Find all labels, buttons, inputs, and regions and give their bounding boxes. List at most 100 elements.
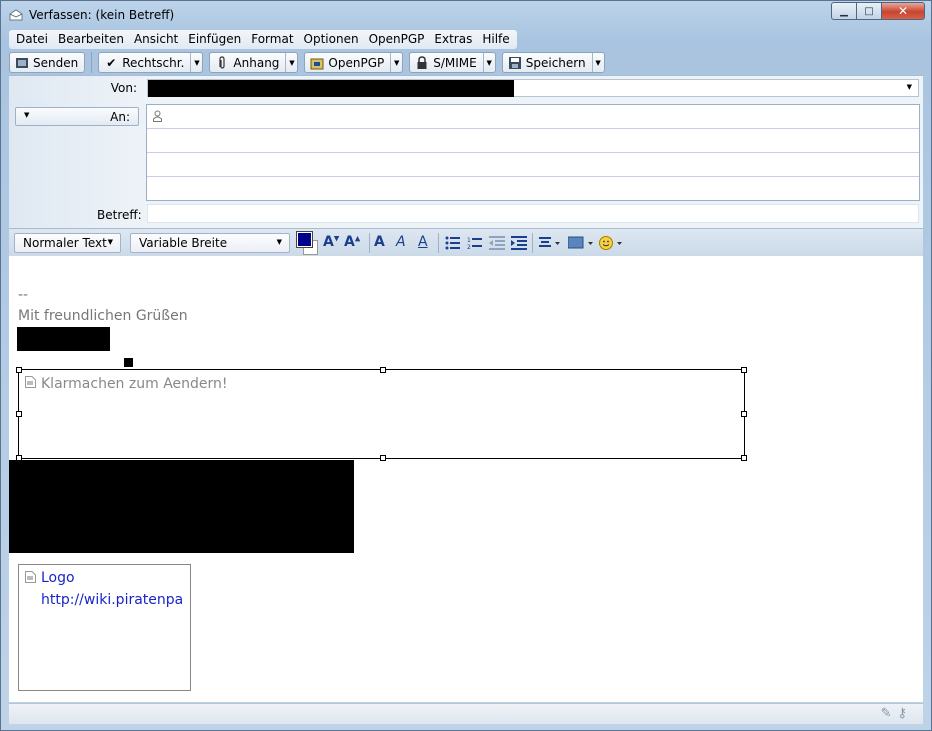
resize-handle-w[interactable] — [16, 411, 22, 417]
minimize-button[interactable]: ▁ — [831, 2, 857, 20]
bullet-list-icon[interactable] — [445, 236, 461, 250]
insert-image-icon[interactable] — [568, 236, 594, 250]
chevron-down-icon: ▼ — [906, 83, 912, 91]
resize-handle-marker — [124, 358, 133, 367]
menu-openpgp[interactable]: OpenPGP — [364, 30, 430, 49]
menu-datei[interactable]: Datei — [11, 30, 53, 49]
smime-dropdown-arrow[interactable]: ▼ — [482, 53, 495, 72]
attach-dropdown-arrow[interactable]: ▼ — [285, 53, 297, 72]
signature-block-redacted — [9, 460, 354, 553]
menu-hilfe[interactable]: Hilfe — [477, 30, 514, 49]
save-button[interactable]: Speichern ▼ — [501, 52, 605, 73]
smaller-font-icon[interactable]: A▼ — [323, 234, 339, 250]
chevron-down-icon: ▼ — [107, 238, 113, 246]
text-color-swatch — [296, 231, 313, 248]
send-label: Senden — [33, 55, 79, 70]
close-button[interactable]: ✕ — [882, 2, 925, 20]
alignment-icon[interactable] — [539, 236, 561, 250]
font-select[interactable]: Variable Breite ▼ — [130, 233, 290, 253]
menu-extras[interactable]: Extras — [429, 30, 477, 49]
image-alt-text: Klarmachen zum Aendern! — [41, 376, 228, 392]
text-color-picker[interactable] — [296, 231, 318, 255]
smiley-icon[interactable] — [599, 235, 625, 251]
recipient-row[interactable] — [147, 129, 919, 153]
broken-image-icon — [25, 376, 36, 388]
window-title: Verfassen: (kein Betreff) — [29, 8, 175, 22]
menu-einfuegen[interactable]: Einfügen — [183, 30, 246, 49]
outdent-icon[interactable] — [489, 236, 505, 250]
logo-alt-text[interactable]: Logo — [41, 570, 75, 586]
recipient-row[interactable] — [147, 177, 919, 201]
menu-bearbeiten[interactable]: Bearbeiten — [53, 30, 129, 49]
person-icon — [153, 110, 162, 122]
openpgp-dropdown-arrow[interactable]: ▼ — [390, 53, 402, 72]
bold-icon[interactable]: A — [374, 234, 385, 250]
resize-handle-se[interactable] — [741, 455, 747, 461]
broken-image-icon — [25, 571, 36, 583]
svg-text:1: 1 — [467, 237, 471, 244]
logo-image-placeholder[interactable]: Logo http://wiki.piratenpa — [18, 564, 191, 691]
paperclip-icon — [215, 55, 229, 70]
subject-input[interactable] — [147, 204, 919, 223]
font-value: Variable Breite — [139, 236, 228, 250]
signature-separator: -- — [18, 287, 29, 303]
recipient-type-select[interactable]: ▼ An: — [15, 107, 139, 126]
format-separator — [369, 233, 370, 253]
compose-toolbar: Senden ✔ Rechtschr. ▼ Anhang ▼ OpenPGP ▼ — [9, 51, 611, 74]
compose-window: Verfassen: (kein Betreff) ▁ □ ✕ Datei Be… — [0, 0, 932, 731]
spellcheck-dropdown-arrow[interactable]: ▼ — [190, 53, 202, 72]
toolbar-separator — [91, 52, 93, 73]
save-label: Speichern — [525, 55, 586, 70]
menu-optionen[interactable]: Optionen — [299, 30, 364, 49]
floppy-disk-icon — [508, 56, 522, 70]
resize-handle-n[interactable] — [380, 367, 386, 373]
resize-handle-e[interactable] — [741, 411, 747, 417]
smime-button[interactable]: S/MIME ▼ — [409, 52, 496, 73]
from-identity-select[interactable]: ▼ — [147, 79, 919, 97]
status-bar: ✎ ⚷ — [9, 703, 923, 724]
pencil-icon: ✎ — [880, 706, 892, 721]
paragraph-style-value: Normaler Text — [23, 236, 107, 250]
smime-label: S/MIME — [433, 55, 477, 70]
svg-text:2: 2 — [467, 244, 471, 250]
resize-handle-ne[interactable] — [741, 367, 747, 373]
signature-greeting: Mit freundlichen Grüßen — [18, 308, 188, 324]
recipient-list[interactable] — [146, 104, 920, 201]
logo-link[interactable]: http://wiki.piratenpa — [41, 592, 183, 608]
status-icons: ✎ ⚷ — [881, 706, 907, 721]
subject-label: Betreff: — [97, 208, 142, 222]
from-label: Von: — [110, 81, 137, 95]
address-header-pane: Von: ▼ ▼ An: Betreff: — [9, 75, 923, 228]
from-redacted — [148, 80, 514, 97]
maximize-button[interactable]: □ — [857, 2, 882, 20]
larger-font-icon[interactable]: A▲ — [344, 234, 360, 250]
title-bar: Verfassen: (kein Betreff) ▁ □ ✕ — [1, 1, 931, 29]
signature-name-redacted — [17, 327, 110, 351]
attach-label: Anhang — [233, 55, 280, 70]
chevron-down-icon: ▼ — [24, 111, 30, 119]
save-dropdown-arrow[interactable]: ▼ — [591, 53, 604, 72]
italic-icon[interactable]: A — [396, 234, 406, 250]
numbered-list-icon[interactable]: 12 — [467, 236, 483, 250]
openpgp-button[interactable]: OpenPGP ▼ — [304, 52, 404, 73]
indent-icon[interactable] — [511, 236, 527, 250]
menu-format[interactable]: Format — [246, 30, 298, 49]
paragraph-style-select[interactable]: Normaler Text ▼ — [14, 233, 121, 253]
format-separator — [438, 233, 439, 253]
formatting-toolbar: Normaler Text ▼ Variable Breite ▼ A▼ A▲ … — [9, 228, 923, 257]
compose-envelope-icon — [9, 9, 23, 21]
send-button[interactable]: Senden — [9, 52, 86, 73]
selected-image-placeholder[interactable]: Klarmachen zum Aendern! — [16, 367, 747, 461]
format-separator — [532, 233, 533, 253]
recipient-row[interactable] — [147, 153, 919, 177]
underline-icon[interactable]: A — [418, 234, 428, 250]
message-body-editor[interactable]: -- Mit freundlichen Grüßen Klarmachen zu… — [9, 256, 923, 702]
recipient-row[interactable] — [147, 105, 919, 129]
to-label: An: — [110, 110, 130, 124]
spellcheck-button[interactable]: ✔ Rechtschr. ▼ — [98, 52, 204, 73]
attach-button[interactable]: Anhang ▼ — [209, 52, 299, 73]
resize-handle-nw[interactable] — [16, 367, 22, 373]
resize-handle-s[interactable] — [380, 455, 386, 461]
menu-ansicht[interactable]: Ansicht — [129, 30, 183, 49]
lock-icon — [415, 55, 429, 70]
